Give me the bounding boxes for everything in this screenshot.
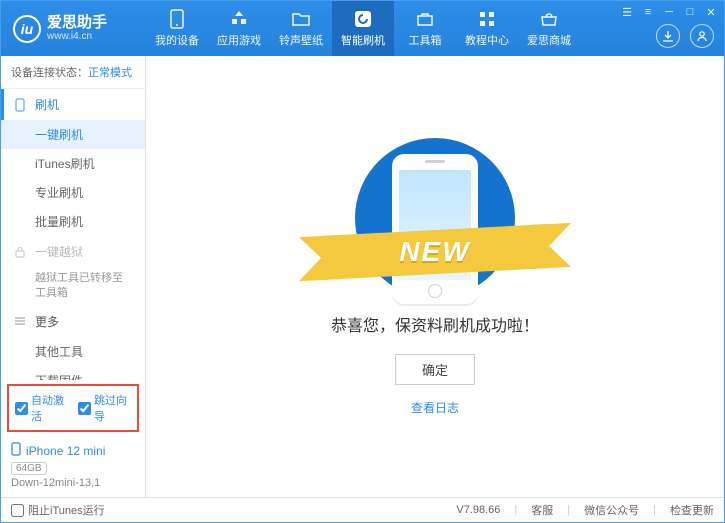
main-content: NEW 恭喜您，保资料刷机成功啦！ 确定 查看日志 [146, 56, 724, 497]
phone-icon [167, 9, 187, 29]
ribbon-text: NEW [399, 236, 470, 268]
sidebar-item-pro[interactable]: 专业刷机 [1, 178, 145, 207]
menu-button[interactable]: ☰ [618, 4, 636, 20]
apps-icon [229, 9, 249, 29]
statusbar: 阻止iTunes运行 V7.98.66 | 客服 | 微信公众号 | 检查更新 [1, 497, 724, 522]
jailbreak-note: 越狱工具已转移至工具箱 [1, 267, 145, 306]
sidebar-item-other[interactable]: 其他工具 [1, 337, 145, 366]
sidebar-group-more[interactable]: 更多 [1, 306, 145, 337]
logo-icon: iu [13, 15, 41, 43]
tab-store[interactable]: 爱思商城 [518, 1, 580, 56]
grid-icon [477, 9, 497, 29]
more-icon [13, 314, 27, 328]
close-button[interactable]: ✕ [702, 4, 720, 20]
update-link[interactable]: 检查更新 [670, 502, 714, 518]
sidebar-group-jailbreak[interactable]: 一键越狱 [1, 236, 145, 267]
support-link[interactable]: 客服 [531, 502, 553, 518]
sidebar-item-batch[interactable]: 批量刷机 [1, 207, 145, 236]
store-icon [539, 9, 559, 29]
view-log-link[interactable]: 查看日志 [411, 399, 459, 416]
connection-status: 设备连接状态：正常模式 [1, 56, 145, 89]
app-title: 爱思助手 [47, 15, 107, 32]
sidebar-item-download[interactable]: 下载固件 [1, 366, 145, 380]
titlebar: iu 爱思助手 www.i4.cn 我的设备 应用游戏 铃声壁纸 智能刷机 工具… [1, 1, 724, 56]
app-url: www.i4.cn [47, 31, 107, 42]
tab-flash[interactable]: 智能刷机 [332, 1, 394, 56]
minimize-button[interactable]: ─ [660, 4, 678, 20]
tab-toolbox[interactable]: 工具箱 [394, 1, 456, 56]
window-controls: ☰ ≡ ─ □ ✕ [618, 4, 720, 20]
app-logo: iu 爱思助手 www.i4.cn [1, 15, 146, 43]
download-button[interactable] [656, 24, 680, 48]
device-info[interactable]: iPhone 12 mini 64GB Down-12mini-13,1 [1, 436, 145, 497]
sidebar-group-flash[interactable]: 刷机 [1, 89, 145, 120]
user-button[interactable] [690, 24, 714, 48]
tab-tutorial[interactable]: 教程中心 [456, 1, 518, 56]
auto-activate-checkbox[interactable]: 自动激活 [15, 392, 68, 424]
toolbox-icon [415, 9, 435, 29]
block-itunes-checkbox[interactable]: 阻止iTunes运行 [11, 502, 105, 518]
tab-apps[interactable]: 应用游戏 [208, 1, 270, 56]
device-icon [11, 442, 21, 459]
sidebar-item-oneclick[interactable]: 一键刷机 [1, 120, 145, 149]
refresh-icon [353, 9, 373, 29]
lock-button[interactable]: ≡ [639, 4, 657, 20]
wechat-link[interactable]: 微信公众号 [584, 502, 639, 518]
skip-guide-checkbox[interactable]: 跳过向导 [78, 392, 131, 424]
sidebar-item-itunes[interactable]: iTunes刷机 [1, 149, 145, 178]
tab-media[interactable]: 铃声壁纸 [270, 1, 332, 56]
ok-button[interactable]: 确定 [395, 354, 475, 385]
success-message: 恭喜您，保资料刷机成功啦！ [331, 312, 539, 336]
phone-small-icon [13, 98, 27, 112]
version-label: V7.98.66 [456, 504, 500, 516]
options-box: 自动激活 跳过向导 [7, 384, 139, 432]
sidebar: 设备连接状态：正常模式 刷机 一键刷机 iTunes刷机 专业刷机 批量刷机 一… [1, 56, 146, 497]
tab-my-device[interactable]: 我的设备 [146, 1, 208, 56]
success-illustration: NEW [325, 138, 545, 298]
maximize-button[interactable]: □ [681, 4, 699, 20]
device-detail: Down-12mini-13,1 [11, 477, 135, 489]
lock-icon [13, 245, 27, 259]
folder-icon [291, 9, 311, 29]
device-storage: 64GB [11, 462, 47, 475]
